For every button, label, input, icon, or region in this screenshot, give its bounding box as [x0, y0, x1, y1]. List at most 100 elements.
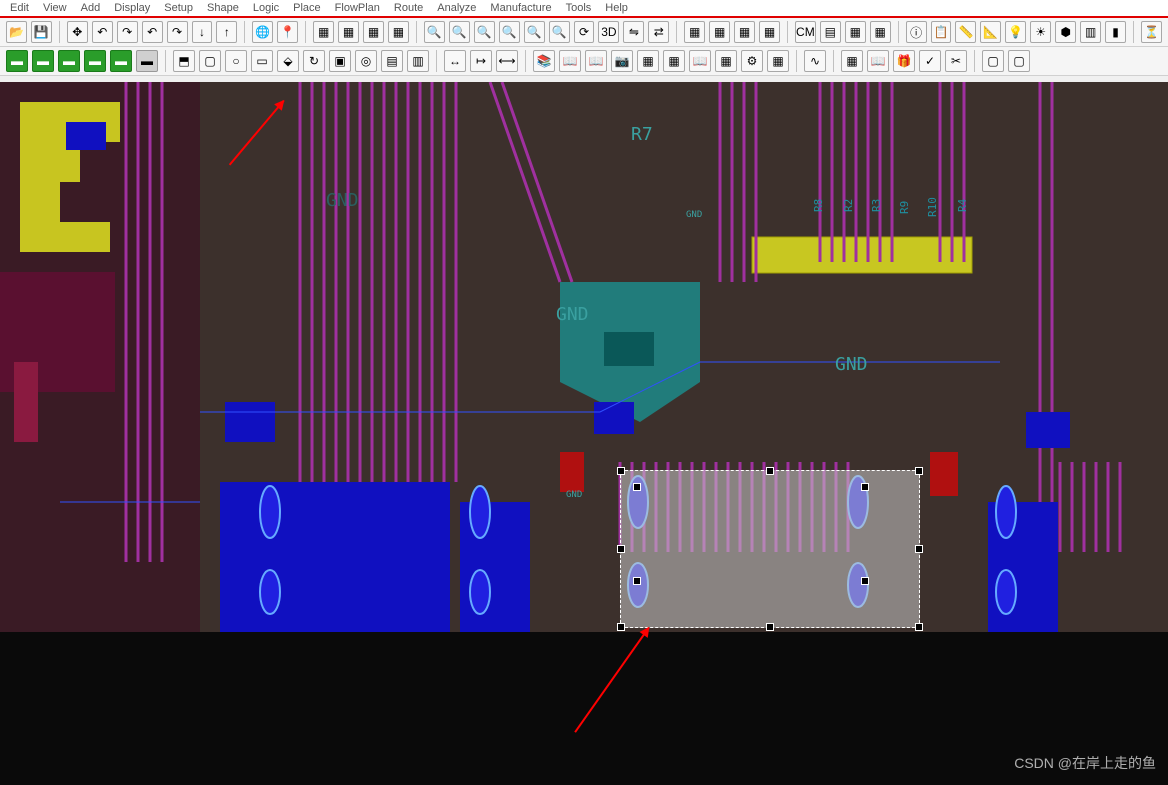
scheme-icon[interactable]: ⬢ [1055, 21, 1076, 43]
sel-handle-e[interactable] [915, 545, 923, 553]
dim2-icon[interactable]: ↦ [470, 50, 492, 72]
save-icon[interactable]: 💾 [31, 21, 52, 43]
zoom-prev-icon[interactable]: 🔍 [524, 21, 545, 43]
sel-handle-pad2[interactable] [861, 483, 869, 491]
m4-icon[interactable]: ✓ [919, 50, 941, 72]
selection-box[interactable] [620, 470, 920, 628]
zoom-fit-icon[interactable]: 🔍 [474, 21, 495, 43]
stack-icon[interactable]: ▥ [407, 50, 429, 72]
layer4-icon[interactable]: ▦ [388, 21, 409, 43]
sel-handle-n[interactable] [766, 467, 774, 475]
sel-handle-ne[interactable] [915, 467, 923, 475]
drc2-icon[interactable]: ▦ [870, 21, 891, 43]
sh1-icon[interactable]: ▬ [6, 50, 28, 72]
frame-icon[interactable]: ▣ [329, 50, 351, 72]
swap-icon[interactable]: ⇄ [648, 21, 669, 43]
lib8-icon[interactable]: ⚙ [741, 50, 763, 72]
sel-handle-sw[interactable] [617, 623, 625, 631]
redo2-icon[interactable]: ↷ [167, 21, 188, 43]
rot-icon[interactable]: ↻ [303, 50, 325, 72]
grid3-icon[interactable]: ▦ [734, 21, 755, 43]
highlight-icon[interactable]: 💡 [1005, 21, 1026, 43]
lib9-icon[interactable]: ▦ [767, 50, 789, 72]
grid4-icon[interactable]: ▦ [759, 21, 780, 43]
pcb-canvas[interactable]: GNDGNDGNDR7GNDGND R8R2R3R9R10R4 CSDN @在岸… [0, 82, 1168, 785]
sel-handle-s[interactable] [766, 623, 774, 631]
menu-help[interactable]: Help [605, 2, 628, 14]
lib7-icon[interactable]: ▦ [715, 50, 737, 72]
info-icon[interactable]: ⓘ [906, 21, 927, 43]
globe-icon[interactable]: 🌐 [252, 21, 273, 43]
dfa-icon[interactable]: ▤ [820, 21, 841, 43]
m1-icon[interactable]: ▦ [841, 50, 863, 72]
sel-handle-pad3[interactable] [633, 577, 641, 585]
menu-edit[interactable]: Edit [10, 2, 29, 14]
grid2-icon[interactable]: ▦ [709, 21, 730, 43]
down-icon[interactable]: ↓ [192, 21, 213, 43]
cm-icon[interactable]: CM [795, 21, 816, 43]
redo-icon[interactable]: ↷ [117, 21, 138, 43]
m3-icon[interactable]: 🎁 [893, 50, 915, 72]
undo-icon[interactable]: ↶ [92, 21, 113, 43]
undo2-icon[interactable]: ↶ [142, 21, 163, 43]
measure-icon[interactable]: 📏 [955, 21, 976, 43]
layer3-icon[interactable]: ▦ [363, 21, 384, 43]
report-icon[interactable]: 📋 [931, 21, 952, 43]
sun-icon[interactable]: ☀ [1030, 21, 1051, 43]
round-icon[interactable]: ◎ [355, 50, 377, 72]
sh4-icon[interactable]: ▬ [84, 50, 106, 72]
pin-icon[interactable]: 📍 [277, 21, 298, 43]
up-icon[interactable]: ↑ [216, 21, 237, 43]
lib3-icon[interactable]: 📖 [585, 50, 607, 72]
lib6-icon[interactable]: 📖 [689, 50, 711, 72]
menu-route[interactable]: Route [394, 2, 423, 14]
w2-icon[interactable]: ▢ [1008, 50, 1030, 72]
view-3d-icon[interactable]: 3D [598, 21, 619, 43]
pan-icon[interactable]: ✥ [67, 21, 88, 43]
menu-place[interactable]: Place [293, 2, 321, 14]
poly-icon[interactable]: ⬒ [173, 50, 195, 72]
layer1-icon[interactable]: ▦ [313, 21, 334, 43]
dim1-icon[interactable]: ↔ [444, 50, 466, 72]
sh3-icon[interactable]: ▬ [58, 50, 80, 72]
lib5-icon[interactable]: ▦ [663, 50, 685, 72]
menu-add[interactable]: Add [81, 2, 101, 14]
sel-handle-pad4[interactable] [861, 577, 869, 585]
ruler-icon[interactable]: 📐 [980, 21, 1001, 43]
spectrum-icon[interactable]: ▥ [1080, 21, 1101, 43]
cam-icon[interactable]: 📷 [611, 50, 633, 72]
zoom-ctr-icon[interactable]: 🔍 [549, 21, 570, 43]
sel-icon[interactable]: ▭ [251, 50, 273, 72]
bars-icon[interactable]: ▮ [1105, 21, 1126, 43]
menu-shape[interactable]: Shape [207, 2, 239, 14]
lib2-icon[interactable]: 📖 [559, 50, 581, 72]
sel-handle-se[interactable] [915, 623, 923, 631]
refresh-icon[interactable]: ⟳ [574, 21, 595, 43]
drc1-icon[interactable]: ▦ [845, 21, 866, 43]
m2-icon[interactable]: 📖 [867, 50, 889, 72]
layer2-icon[interactable]: ▦ [338, 21, 359, 43]
menu-flowplan[interactable]: FlowPlan [335, 2, 380, 14]
sig-icon[interactable]: ∿ [804, 50, 826, 72]
grid-icon[interactable]: ▦ [684, 21, 705, 43]
menu-setup[interactable]: Setup [164, 2, 193, 14]
sh6-icon[interactable]: ▬ [136, 50, 158, 72]
hourglass-icon[interactable]: ⏳ [1141, 21, 1162, 43]
dim3-icon[interactable]: ⟷ [496, 50, 518, 72]
sel-handle-w[interactable] [617, 545, 625, 553]
sel-handle-pad1[interactable] [633, 483, 641, 491]
menu-analyze[interactable]: Analyze [437, 2, 476, 14]
open-icon[interactable]: 📂 [6, 21, 27, 43]
menu-view[interactable]: View [43, 2, 67, 14]
path-icon[interactable]: ⬙ [277, 50, 299, 72]
menu-manufacture[interactable]: Manufacture [490, 2, 551, 14]
zoom-out-icon[interactable]: 🔍 [449, 21, 470, 43]
flip-icon[interactable]: ⇋ [623, 21, 644, 43]
circ-icon[interactable]: ○ [225, 50, 247, 72]
lib1-icon[interactable]: 📚 [533, 50, 555, 72]
menu-tools[interactable]: Tools [566, 2, 592, 14]
m5-icon[interactable]: ✂ [945, 50, 967, 72]
lib4-icon[interactable]: ▦ [637, 50, 659, 72]
menu-logic[interactable]: Logic [253, 2, 279, 14]
rect-icon[interactable]: ▢ [199, 50, 221, 72]
